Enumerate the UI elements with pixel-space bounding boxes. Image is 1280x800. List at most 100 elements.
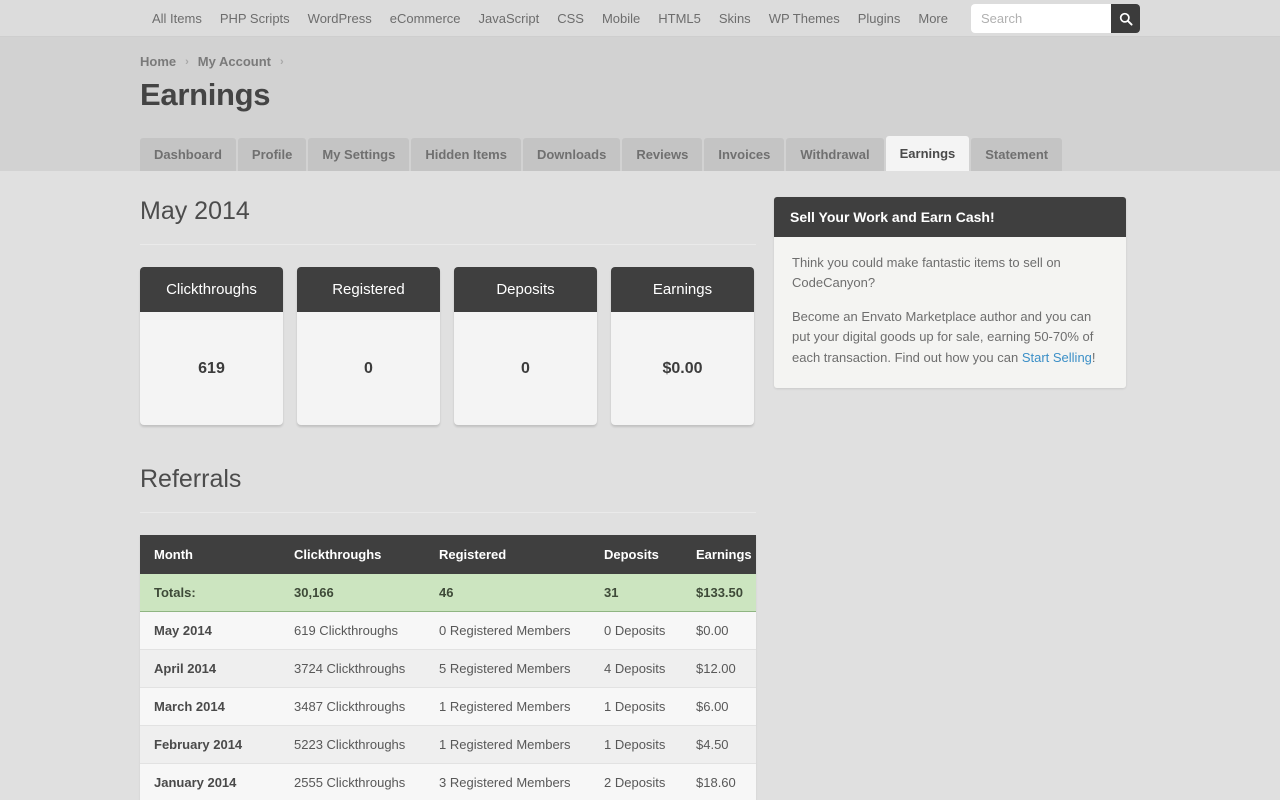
nav-link-wordpress[interactable]: WordPress [299,0,381,37]
breadcrumb-separator-icon: › [280,55,284,68]
stat-card-label: Clickthroughs [140,267,283,312]
tab-earnings[interactable]: Earnings [885,136,970,171]
tab-hidden-items[interactable]: Hidden Items [411,138,521,171]
nav-link-skins[interactable]: Skins [710,0,760,37]
nav-link-ecommerce[interactable]: eCommerce [381,0,470,37]
stat-card-label: Earnings [611,267,754,312]
section-divider [140,512,756,513]
page-header-band: Home › My Account › Earnings Dashboard P… [0,37,1280,171]
account-tabs: Dashboard Profile My Settings Hidden Ite… [140,136,1063,171]
section-divider [140,244,756,245]
column-header-earnings[interactable]: Earnings [682,535,756,574]
page-header-inner: Home › My Account › Earnings Dashboard P… [140,37,1140,171]
search-input[interactable] [971,4,1111,33]
cell-month: February 2014 [140,725,280,764]
cell-registered: 1 Registered Members [425,687,590,726]
breadcrumb-item-home[interactable]: Home [140,54,176,69]
nav-link-wp-themes[interactable]: WP Themes [760,0,849,37]
cell-earnings: $18.60 [682,763,756,800]
panel-paragraph-2: Become an Envato Marketplace author and … [792,307,1108,367]
totals-deposits: 31 [590,574,682,612]
cell-clickthroughs: 3724 Clickthroughs [280,649,425,688]
totals-registered: 46 [425,574,590,612]
cell-month: May 2014 [140,611,280,650]
breadcrumb-separator-icon: › [185,55,189,68]
start-selling-link[interactable]: Start Selling [1022,350,1092,365]
tab-reviews[interactable]: Reviews [622,138,703,171]
table-row: March 2014 3487 Clickthroughs 1 Register… [140,687,756,726]
tab-invoices[interactable]: Invoices [704,138,785,171]
stat-card-deposits: Deposits 0 [454,267,597,425]
cell-clickthroughs: 5223 Clickthroughs [280,725,425,764]
stat-card-registered: Registered 0 [297,267,440,425]
page-title: Earnings [140,77,271,112]
sidebar-column: Sell Your Work and Earn Cash! Think you … [774,197,1126,800]
cell-deposits: 2 Deposits [590,763,682,800]
stat-card-value: 0 [364,359,373,377]
totals-clickthroughs: 30,166 [280,574,425,612]
nav-link-mobile[interactable]: Mobile [593,0,649,37]
totals-month: Totals: [140,574,280,612]
column-header-registered[interactable]: Registered [425,535,590,574]
cell-registered: 5 Registered Members [425,649,590,688]
nav-link-more[interactable]: More [909,0,957,37]
cell-deposits: 1 Deposits [590,687,682,726]
tab-downloads[interactable]: Downloads [522,138,621,171]
column-header-deposits[interactable]: Deposits [590,535,682,574]
cell-month: April 2014 [140,649,280,688]
sell-your-work-panel: Sell Your Work and Earn Cash! Think you … [774,197,1126,388]
panel-title: Sell Your Work and Earn Cash! [774,197,1126,237]
column-header-clickthroughs[interactable]: Clickthroughs [280,535,425,574]
panel-paragraph-2-suffix: ! [1091,349,1096,365]
panel-body: Think you could make fantastic items to … [774,237,1126,388]
tab-statement[interactable]: Statement [971,138,1063,171]
table-row: May 2014 619 Clickthroughs 0 Registered … [140,611,756,650]
tab-profile[interactable]: Profile [237,138,307,171]
tab-withdrawal[interactable]: Withdrawal [786,138,884,171]
nav-link-html5[interactable]: HTML5 [649,0,710,37]
cell-earnings: $6.00 [682,687,756,726]
stat-card-label: Registered [297,267,440,312]
stat-card-clickthroughs: Clickthroughs 619 [140,267,283,425]
table-body: Totals: 30,166 46 31 $133.50 May 2014 61… [140,574,756,800]
nav-link-plugins[interactable]: Plugins [849,0,910,37]
nav-link-javascript[interactable]: JavaScript [470,0,549,37]
stat-card-earnings: Earnings $0.00 [611,267,754,425]
cell-deposits: 4 Deposits [590,649,682,688]
nav-link-all-items[interactable]: All Items [143,0,211,37]
main-content-area: May 2014 Clickthroughs 619 Registered 0 … [140,171,1140,800]
stat-card-value: 619 [198,359,225,377]
cell-deposits: 1 Deposits [590,725,682,764]
top-navigation-bar: All Items PHP Scripts WordPress eCommerc… [0,0,1280,37]
month-section-title: May 2014 [140,197,250,225]
nav-link-php-scripts[interactable]: PHP Scripts [211,0,299,37]
referrals-table: Month Clickthroughs Registered Deposits … [140,535,756,800]
search-box [971,4,1140,33]
referrals-section: Referrals Month Clickthroughs Registered… [140,465,756,800]
cell-registered: 1 Registered Members [425,725,590,764]
tab-dashboard[interactable]: Dashboard [140,138,236,171]
cell-clickthroughs: 3487 Clickthroughs [280,687,425,726]
stat-cards: Clickthroughs 619 Registered 0 Deposits … [140,267,756,425]
tab-my-settings[interactable]: My Settings [308,138,410,171]
table-row-totals: Totals: 30,166 46 31 $133.50 [140,574,756,612]
cell-deposits: 0 Deposits [590,611,682,650]
stat-card-label: Deposits [454,267,597,312]
column-header-month[interactable]: Month [140,535,280,574]
cell-month: March 2014 [140,687,280,726]
cell-earnings: $0.00 [682,611,756,650]
cell-clickthroughs: 2555 Clickthroughs [280,763,425,800]
breadcrumb-item-my-account[interactable]: My Account [198,54,271,69]
table-row: April 2014 3724 Clickthroughs 5 Register… [140,649,756,688]
nav-link-css[interactable]: CSS [548,0,593,37]
cell-earnings: $12.00 [682,649,756,688]
top-navigation-inner: All Items PHP Scripts WordPress eCommerc… [140,0,1140,37]
referrals-title: Referrals [140,465,242,493]
search-button[interactable] [1111,4,1140,33]
stat-card-value: $0.00 [662,359,703,377]
panel-paragraph-1: Think you could make fantastic items to … [792,255,1061,291]
stat-card-value: 0 [521,359,530,377]
table-header: Month Clickthroughs Registered Deposits … [140,535,756,574]
cell-month: January 2014 [140,763,280,800]
content-column: May 2014 Clickthroughs 619 Registered 0 … [140,197,756,800]
